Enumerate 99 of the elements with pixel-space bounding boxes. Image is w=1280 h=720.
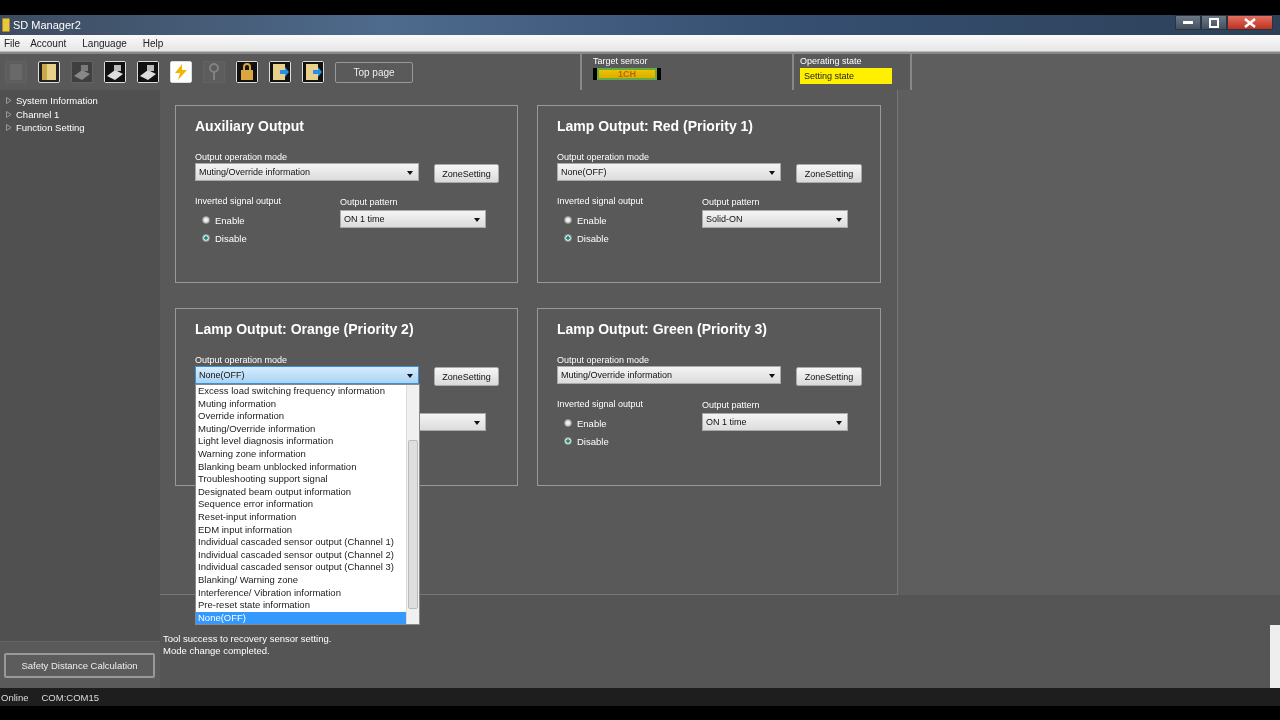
panel-title: Auxiliary Output [195,118,305,134]
radio-button[interactable] [564,216,572,224]
menu-item[interactable]: Account [26,37,71,49]
device-icon[interactable] [104,61,126,83]
list-option[interactable]: Excess load switching frequency information [196,385,406,398]
maximize-icon [1209,17,1219,28]
panel-title: Lamp Output: Green (Priority 3) [557,321,768,337]
radio-label: Disable [215,232,247,244]
radio-button[interactable] [564,234,572,242]
operating-state-label: Operating state [800,56,863,66]
scrollbar[interactable] [406,385,419,625]
dropdown[interactable]: ON 1 time [702,413,848,431]
dropdown[interactable]: Muting/Override information [557,366,781,384]
app-icon [2,18,10,32]
minimize-button[interactable] [1175,15,1201,30]
list-option[interactable]: Light level diagnosis information [196,435,406,448]
caret-icon [836,218,842,222]
field-label: Inverted signal output [557,399,645,410]
expand-arrow-icon[interactable] [6,110,12,118]
radio-label: Disable [577,435,609,447]
caret-icon [474,421,480,425]
radio-label: Enable [577,417,607,429]
menu-item[interactable]: File [0,37,25,49]
field-label: Output operation mode [557,152,651,163]
list-option[interactable]: Pre-reset state information [196,599,406,612]
caret-icon [769,374,775,378]
close-button[interactable] [1227,15,1273,30]
list-option[interactable]: Sequence error information [196,498,406,511]
log-message: Mode change completed. [163,645,271,657]
minimize-icon [1183,20,1193,25]
folder-arrow-icon[interactable] [302,61,324,83]
sensor-badge: 1CH [593,68,661,80]
list-option[interactable]: Blanking/ Warning zone [196,573,406,587]
radio-label: Enable [577,214,607,226]
operating-state-field: Setting state [800,68,892,84]
top-page-button[interactable]: Top page [335,61,413,83]
radio-button[interactable] [564,437,572,445]
list-option[interactable]: Individual cascaded sensor output (Channel 1) [196,536,406,549]
menu-item[interactable]: Language [78,37,131,49]
list-option[interactable]: Individual cascaded sensor output (Channel 2) [196,548,406,562]
dropdown[interactable]: None(OFF) [195,366,419,384]
list-option[interactable]: Designated beam output information [196,485,406,499]
field-label: Inverted signal output [557,196,645,207]
status-text: COM:COM15 [41,691,99,703]
radio-button[interactable] [564,419,572,427]
zone-setting-button[interactable]: ZoneSetting [434,164,499,183]
zone-setting-button[interactable]: ZoneSetting [796,164,862,183]
lock-icon[interactable] [236,61,258,83]
status-text: Online [1,691,29,703]
scrollbar[interactable] [1270,625,1280,688]
dropdown[interactable]: Solid-ON [702,210,848,228]
zone-setting-button[interactable]: ZoneSetting [796,367,862,386]
dropdown[interactable]: ON 1 time [340,210,486,228]
menu-item[interactable]: Help [138,37,168,49]
list-option[interactable]: Blanking beam unblocked information [196,460,406,474]
field-label: Output operation mode [195,355,289,366]
list-option[interactable]: EDM input information [196,523,406,537]
field-label: Inverted signal output [195,196,283,207]
maximize-button[interactable] [1201,15,1227,30]
window-title: SD Manager2 [13,19,81,31]
log-message: Tool success to recovery sensor setting. [163,633,333,645]
list-option[interactable]: Interference/ Vibration information [196,586,406,600]
field-label: Output operation mode [557,355,651,366]
dropdown[interactable]: Muting/Override information [195,163,419,181]
caret-icon [769,171,775,175]
radio-label: Enable [215,214,245,226]
target-sensor-label: Target sensor [593,56,649,66]
radio-button[interactable] [202,216,210,224]
folder-icon[interactable] [38,61,60,83]
zone-setting-button[interactable]: ZoneSetting [434,367,499,386]
list-option[interactable]: Warning zone information [196,447,406,461]
caret-icon [474,218,480,222]
list-option[interactable]: Muting/Override information [196,422,406,436]
device-icon[interactable] [137,61,159,83]
field-label: Output operation mode [195,152,289,163]
panel-title: Lamp Output: Orange (Priority 2) [195,321,415,337]
list-option[interactable]: Individual cascaded sensor output (Channel 3) [196,561,406,574]
dropdown[interactable]: None(OFF) [557,163,781,181]
safety-distance-button[interactable]: Safety Distance Calculation [4,652,155,678]
tree-item[interactable]: Channel 1 [16,108,60,120]
expand-arrow-icon[interactable] [6,124,12,132]
folder-arrow-icon[interactable] [269,61,291,83]
radio-button[interactable] [202,234,210,242]
field-label: Output pattern [340,196,399,208]
list-option[interactable]: Troubleshooting support signal [196,473,406,486]
close-icon [1244,17,1256,28]
list-option[interactable]: Muting information [196,397,406,411]
caret-icon [407,374,413,378]
tree-item[interactable]: Function Setting [16,122,85,134]
expand-arrow-icon[interactable] [6,97,12,105]
panel-title: Lamp Output: Red (Priority 1) [557,118,754,134]
field-label: Output pattern [702,399,761,411]
caret-icon [407,171,413,175]
radio-label: Disable [577,232,609,244]
field-label: Output pattern [702,196,761,208]
tree-item[interactable]: System Information [16,95,98,107]
caret-icon [836,421,842,425]
list-option[interactable]: Reset-input information [196,510,406,524]
list-option[interactable]: Override information [196,410,406,423]
